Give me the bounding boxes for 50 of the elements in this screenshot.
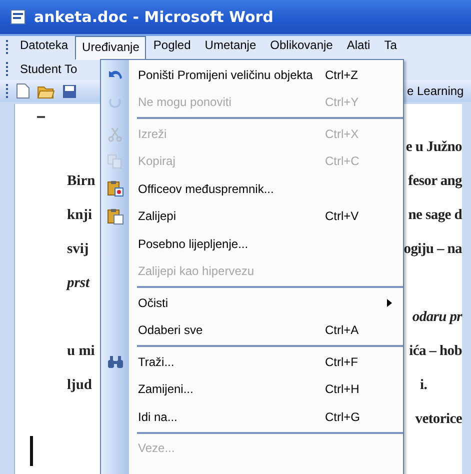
menu-bar-item[interactable]: Ta xyxy=(377,34,404,60)
save-icon[interactable] xyxy=(62,84,77,98)
menu-bar-item[interactable]: Umetanje xyxy=(198,34,264,60)
menu-bar-item[interactable]: Student To xyxy=(13,58,84,80)
document-text: prst xyxy=(67,274,91,292)
document-text: u mi xyxy=(67,342,96,360)
document-text: odaru pr xyxy=(412,308,462,326)
document-text: fesor ang xyxy=(408,172,462,190)
menu-item[interactable]: Traži... Ctrl+F xyxy=(101,348,403,376)
document-text: ljud xyxy=(67,376,93,394)
document-text: ogiju – na xyxy=(404,240,462,258)
menu-item[interactable]: Posebno lijepljenje... xyxy=(101,230,403,258)
document-text: svij xyxy=(67,240,90,258)
menu-item[interactable]: Zalijepi Ctrl+V xyxy=(101,202,403,230)
paste-icon xyxy=(106,208,124,225)
menu-item[interactable]: Poništi Promijeni veličinu objekta Ctrl+Z xyxy=(101,61,403,88)
redo-icon xyxy=(109,96,121,108)
menu-item[interactable]: Očisti xyxy=(101,289,403,316)
submenu-arrow-icon xyxy=(387,298,392,307)
text-cursor xyxy=(30,436,33,466)
document-text: knji xyxy=(67,206,93,224)
copy-icon xyxy=(107,153,123,170)
menu-bar-item[interactable]: Uređivanje xyxy=(75,36,146,60)
toolbar-grip-icon[interactable] xyxy=(6,61,9,77)
menu-item[interactable]: Odaberi sve Ctrl+A xyxy=(101,316,403,344)
menu-bar-item[interactable]: Alati xyxy=(340,34,378,60)
folder-icon[interactable] xyxy=(37,84,55,98)
toolbar-grip-icon[interactable] xyxy=(6,83,9,99)
toolbar-label[interactable]: e Learning xyxy=(407,84,471,98)
document-text: Birn xyxy=(67,172,96,190)
menu-bar-item[interactable]: Oblikovanje xyxy=(263,34,340,60)
document-text: ića – hob xyxy=(409,342,462,360)
menu-item[interactable]: Zamijeni... Ctrl+H xyxy=(101,376,403,403)
menu-bar-item[interactable]: Datoteka xyxy=(13,34,76,60)
menu-bar-item[interactable]: Pogled xyxy=(146,34,198,60)
menu-item[interactable]: Officeov međuspremnik... xyxy=(101,175,403,202)
binoculars-icon xyxy=(106,354,124,369)
clipboard-icon xyxy=(106,180,124,198)
new-document-icon[interactable] xyxy=(16,83,30,99)
document-text: ne sage d xyxy=(408,206,462,224)
toolbar-grip-icon[interactable] xyxy=(6,39,9,55)
window-title: anketa.doc - Microsoft Word xyxy=(34,8,274,26)
ruler-mark xyxy=(37,116,45,118)
menu-item[interactable]: Idi na... Ctrl+G xyxy=(101,403,403,430)
document-text: vetorice xyxy=(415,410,462,428)
word-document-icon xyxy=(10,9,26,25)
document-text: i. xyxy=(420,376,428,394)
scissors-icon xyxy=(107,126,123,142)
undo-icon xyxy=(108,70,122,80)
document-text: e u Južno xyxy=(406,138,462,156)
